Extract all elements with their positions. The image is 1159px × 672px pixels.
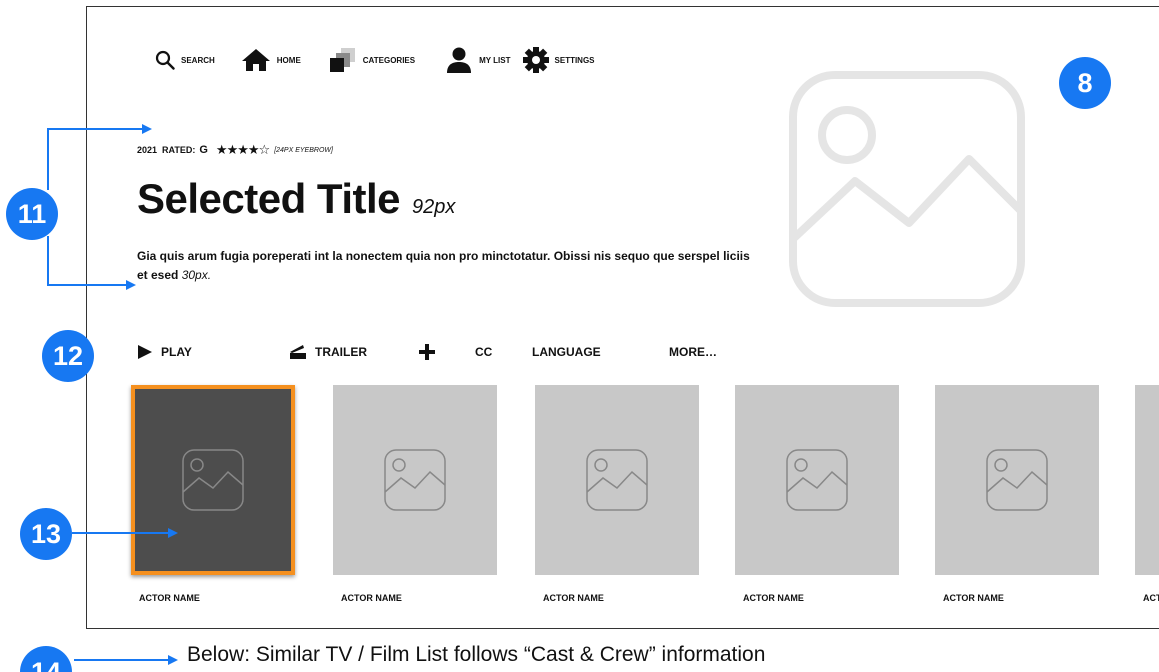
actor-name: ACTOR NAME bbox=[943, 593, 1004, 603]
top-nav: SEARCH HOME CATEGORIES MY LIST SETTINGS bbox=[155, 45, 595, 75]
actor-name: ACTOR NAME bbox=[743, 593, 804, 603]
actor-name: ACTOR NAME bbox=[1143, 593, 1159, 603]
play-label: PLAY bbox=[161, 345, 192, 359]
hero-image-placeholder bbox=[789, 71, 1025, 307]
trailer-button[interactable]: TRAILER bbox=[289, 344, 419, 360]
annotation-badge-13: 13 bbox=[20, 508, 72, 560]
cast-thumbnail bbox=[131, 385, 295, 575]
nav-categories[interactable]: CATEGORIES bbox=[329, 45, 415, 75]
play-icon bbox=[137, 344, 153, 360]
eyebrow-size-note: [24PX EYEBROW] bbox=[274, 146, 333, 154]
title-description: Gia quis arum fugia poreperati int la no… bbox=[137, 247, 757, 285]
actor-name: ACTOR NAME bbox=[341, 593, 402, 603]
cast-thumbnail bbox=[735, 385, 899, 575]
tv-screen-frame: SEARCH HOME CATEGORIES MY LIST SETTINGS … bbox=[86, 6, 1159, 629]
action-bar: PLAY TRAILER CC LANGUAGE MORE… bbox=[137, 339, 717, 365]
annotation-badge-12: 12 bbox=[42, 330, 94, 382]
image-placeholder-icon bbox=[384, 449, 446, 511]
image-placeholder-icon bbox=[182, 449, 244, 511]
description-text: Gia quis arum fugia poreperati int la no… bbox=[137, 249, 750, 282]
title-text: Selected Title bbox=[137, 175, 401, 222]
annotation-badge-14: 14 bbox=[20, 646, 72, 672]
plus-icon bbox=[419, 344, 435, 360]
nav-my-list-label: MY LIST bbox=[479, 55, 511, 65]
title-size-note: 92px bbox=[412, 196, 456, 218]
language-label: LANGUAGE bbox=[532, 345, 601, 359]
nav-search-label: SEARCH bbox=[181, 55, 215, 65]
actor-name: ACTOR NAME bbox=[139, 593, 200, 603]
home-icon bbox=[241, 48, 271, 72]
description-size-note: 30px. bbox=[181, 268, 212, 282]
cast-card[interactable]: ACTOR NAME bbox=[535, 385, 699, 603]
nav-search[interactable]: SEARCH bbox=[155, 45, 215, 75]
cast-card[interactable]: ACTOR NAME bbox=[1135, 385, 1159, 603]
actor-name: ACTOR NAME bbox=[543, 593, 604, 603]
image-placeholder-icon bbox=[789, 71, 1025, 307]
annotation-badge-8: 8 bbox=[1059, 57, 1111, 109]
cast-thumbnail bbox=[333, 385, 497, 575]
nav-home[interactable]: HOME bbox=[241, 45, 301, 75]
annotation-badge-11: 11 bbox=[6, 188, 58, 240]
language-button[interactable]: LANGUAGE bbox=[532, 345, 669, 359]
star-rating: ★★★★☆ bbox=[215, 142, 270, 157]
cast-card[interactable]: ACTOR NAME bbox=[735, 385, 899, 603]
title-eyebrow: 2021 RATED: G ★★★★☆ [24PX EYEBROW] bbox=[137, 142, 333, 158]
play-button[interactable]: PLAY bbox=[137, 344, 289, 360]
nav-my-list[interactable]: MY LIST bbox=[445, 45, 511, 75]
gear-icon bbox=[522, 47, 549, 73]
nav-settings-label: SETTINGS bbox=[554, 55, 595, 65]
more-button[interactable]: MORE… bbox=[669, 345, 717, 359]
image-placeholder-icon bbox=[986, 449, 1048, 511]
image-placeholder-icon bbox=[786, 449, 848, 511]
nav-categories-label: CATEGORIES bbox=[362, 55, 416, 65]
rated-label: RATED: bbox=[162, 145, 196, 155]
cast-thumbnail bbox=[535, 385, 699, 575]
cast-card[interactable]: ACTOR NAME bbox=[333, 385, 497, 603]
bottom-annotation-note: Below: Similar TV / Film List follows “C… bbox=[187, 643, 766, 666]
nav-home-label: HOME bbox=[276, 55, 301, 65]
release-year: 2021 bbox=[137, 145, 158, 155]
cast-card[interactable]: ACTOR NAME bbox=[131, 385, 295, 603]
cast-card[interactable]: ACTOR NAME bbox=[935, 385, 1099, 603]
search-icon bbox=[155, 50, 175, 70]
cc-button[interactable]: CC bbox=[475, 345, 532, 359]
cc-label: CC bbox=[475, 345, 493, 359]
nav-settings[interactable]: SETTINGS bbox=[522, 45, 595, 75]
cast-crew-row: ACTOR NAME ACTOR NAME ACTOR NAME ACTOR N… bbox=[131, 385, 1159, 603]
user-icon bbox=[445, 46, 473, 74]
clapperboard-icon bbox=[289, 344, 307, 360]
rated-value: G bbox=[199, 144, 208, 156]
categories-icon bbox=[329, 47, 357, 73]
add-to-list-button[interactable] bbox=[419, 344, 475, 360]
cast-thumbnail bbox=[1135, 385, 1159, 575]
selected-title: Selected Title 92px bbox=[137, 175, 455, 223]
image-placeholder-icon bbox=[586, 449, 648, 511]
cast-thumbnail bbox=[935, 385, 1099, 575]
more-label: MORE… bbox=[669, 345, 717, 359]
trailer-label: TRAILER bbox=[315, 345, 367, 359]
